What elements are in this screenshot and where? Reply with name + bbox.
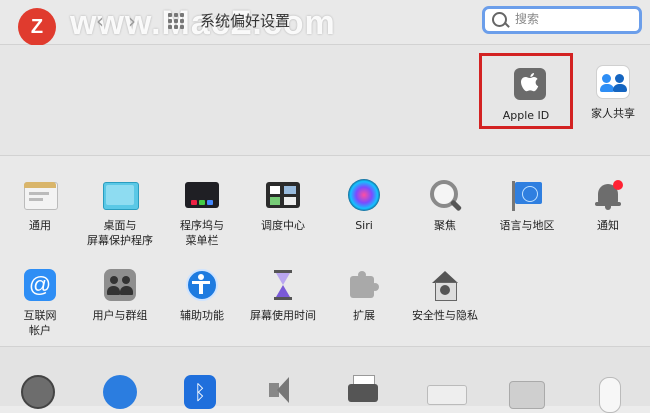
users-icon [103,268,137,302]
pref-extensions[interactable]: 扩展 [324,268,404,323]
search-input[interactable] [513,11,637,27]
spotlight-icon [428,178,463,212]
mission-control-icon [266,178,300,212]
printers-icon[interactable] [346,375,380,409]
pref-extensions-label: 扩展 [353,309,375,322]
preferences-grid: 通用 桌面与 屏幕保护程序 程序坞与 菜单栏 调度中心 Siri 聚焦 语言与地… [0,156,650,347]
pref-dock[interactable]: 程序坞与 菜单栏 [162,178,242,248]
pref-desktop-label: 桌面与 屏幕保护程序 [87,219,153,247]
keyboard-icon[interactable] [427,375,467,409]
pref-internet-accounts-label: 互联网 帐户 [23,309,57,337]
pref-mission-control[interactable]: 调度中心 [243,178,323,233]
pref-notifications-label: 通知 [597,219,619,232]
pref-accessibility[interactable]: 辅助功能 [162,268,242,323]
pref-general-label: 通用 [29,219,51,232]
apple-id-label: Apple ID [502,109,550,122]
window-title: 系统偏好设置 [200,12,291,30]
accessibility-icon [185,268,219,302]
pref-dock-label: 程序坞与 菜单栏 [180,219,224,247]
pref-general[interactable]: 通用 [0,178,80,233]
search-icon [492,12,507,27]
pref-language[interactable]: 语言与地区 [487,178,567,233]
extensions-icon [347,268,381,302]
dock-icon [185,178,219,212]
forward-button[interactable]: › [128,9,136,33]
internet-accounts-icon: @ [23,268,57,302]
pref-language-label: 语言与地区 [499,219,555,232]
show-all-grid-icon[interactable] [168,13,188,29]
family-icon [596,65,630,99]
pref-spotlight-label: 聚焦 [434,219,456,232]
watermark-logo: Z [18,8,56,46]
trackpad-icon[interactable] [508,375,545,409]
pref-screen-time-label: 屏幕使用时间 [250,309,316,322]
search-field[interactable] [482,6,642,34]
security-icon [428,268,462,302]
bluetooth-icon[interactable]: ᛒ [184,375,218,409]
notification-icon [591,178,625,212]
back-button[interactable]: ‹ [96,9,104,33]
pref-siri[interactable]: Siri [324,178,404,233]
pref-siri-label: Siri [355,219,373,232]
pref-desktop[interactable]: 桌面与 屏幕保护程序 [80,178,160,248]
pref-notifications[interactable]: 通知 [568,178,648,233]
apple-id-item[interactable]: Apple ID [479,53,573,129]
language-icon [510,178,544,212]
network-icon[interactable] [103,375,137,409]
pref-users-label: 用户与群组 [92,309,148,322]
general-icon [23,178,58,212]
desktop-icon [103,178,139,212]
family-sharing-item[interactable]: 家人共享 [583,65,643,121]
pref-security[interactable]: 安全性与隐私 [405,268,485,323]
sound-icon[interactable] [265,375,299,409]
apple-logo-icon [514,68,546,100]
software-update-icon[interactable] [21,375,55,409]
pref-accessibility-label: 辅助功能 [180,309,224,322]
pref-security-label: 安全性与隐私 [412,309,478,322]
pref-screen-time[interactable]: 屏幕使用时间 [243,268,323,323]
pref-spotlight[interactable]: 聚焦 [405,178,485,233]
account-section: Apple ID 家人共享 [0,45,650,156]
pref-mission-control-label: 调度中心 [261,219,305,232]
siri-icon [347,178,381,212]
title-bar: Z www.MacZ.com ‹ › 系统偏好设置 [0,0,650,46]
mouse-icon[interactable] [592,375,626,413]
hardware-prefs-row: ᛒ [0,347,650,413]
pref-internet-accounts[interactable]: @ 互联网 帐户 [0,268,80,338]
pref-users[interactable]: 用户与群组 [80,268,160,323]
screen-time-icon [266,268,300,302]
family-sharing-label: 家人共享 [591,107,635,120]
